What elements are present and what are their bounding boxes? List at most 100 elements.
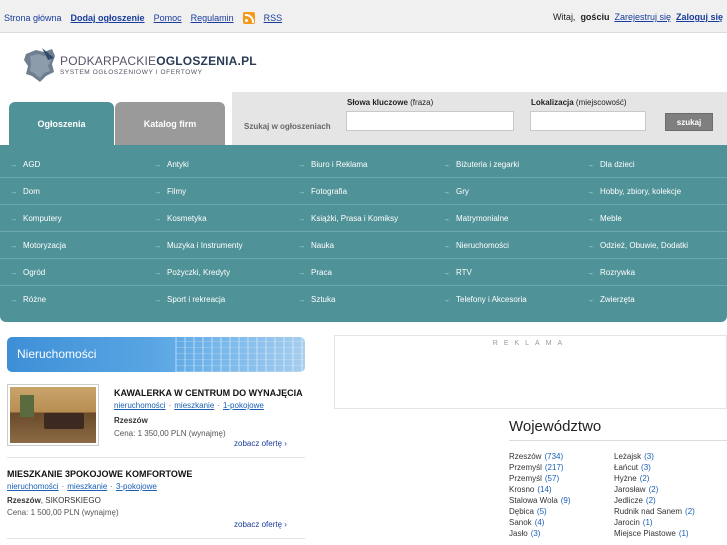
- region-item[interactable]: Jedlicze (2): [614, 496, 656, 505]
- ad-title[interactable]: MIESZKANIE 3POKOJOWE KOMFORTOWE: [7, 469, 192, 479]
- category-label: Komputery: [23, 214, 62, 223]
- site-logo[interactable]: PODKARPACKIEOGLOSZENIA.PL SYSTEM OGŁOSZE…: [22, 46, 257, 84]
- help-link[interactable]: Pomoc: [154, 13, 182, 23]
- region-item[interactable]: Jarosław (2): [614, 485, 658, 494]
- category-link[interactable]: → Antyki: [154, 160, 189, 169]
- category-link[interactable]: → Praca: [298, 268, 332, 277]
- region-name: Przemyśl: [509, 463, 542, 472]
- region-count: (1): [642, 518, 653, 527]
- category-link[interactable]: → Rozrywka: [587, 268, 635, 277]
- category-label: Gry: [456, 187, 469, 196]
- region-item[interactable]: Stalowa Wola (9): [509, 496, 571, 505]
- category-link[interactable]: → Biżuteria i zegarki: [443, 160, 519, 169]
- region-name: Hyżne: [614, 474, 637, 483]
- category-label: RTV: [456, 268, 472, 277]
- category-link[interactable]: → Muzyka i Instrumenty: [154, 241, 243, 250]
- arrow-icon: →: [10, 189, 17, 196]
- category-link[interactable]: → Biuro i Reklama: [298, 160, 367, 169]
- region-item[interactable]: Jarocin (1): [614, 518, 653, 527]
- tag-link[interactable]: nieruchomości: [114, 401, 166, 410]
- category-link[interactable]: → Komputery: [10, 214, 62, 223]
- see-offer-link[interactable]: zobacz ofertę ›: [234, 520, 287, 529]
- category-link[interactable]: → Filmy: [154, 187, 186, 196]
- region-item[interactable]: Przemyśl (217): [509, 463, 564, 472]
- category-link[interactable]: → Książki, Prasa i Komiksy: [298, 214, 398, 223]
- top-nav: Strona główna Dodaj ogłoszenie Pomoc Reg…: [4, 12, 282, 24]
- category-link[interactable]: → Różne: [10, 295, 46, 304]
- category-link[interactable]: → Zwierzęta: [587, 295, 635, 304]
- arrow-icon: →: [154, 243, 161, 250]
- arrow-icon: →: [154, 270, 161, 277]
- login-link[interactable]: Zaloguj się: [676, 12, 723, 22]
- category-label: AGD: [23, 160, 41, 169]
- category-link[interactable]: → Pożyczki, Kredyty: [154, 268, 230, 277]
- category-link[interactable]: → Matrymonialne: [443, 214, 508, 223]
- tab-ogloszenia[interactable]: Ogłoszenia: [9, 102, 114, 146]
- section-banner[interactable]: Nieruchomości: [7, 337, 305, 372]
- category-label: Biżuteria i zegarki: [456, 160, 520, 169]
- rss-icon[interactable]: [242, 12, 255, 24]
- region-item[interactable]: Leżajsk (3): [614, 452, 654, 461]
- region-item[interactable]: Jasło (3): [509, 529, 540, 538]
- arrow-icon: →: [298, 270, 305, 277]
- search-button[interactable]: szukaj: [665, 113, 713, 131]
- keywords-input[interactable]: [346, 111, 514, 131]
- region-item[interactable]: Sanok (4): [509, 518, 544, 527]
- region-item[interactable]: Rudnik nad Sanem (2): [614, 507, 695, 516]
- category-link[interactable]: → Gry: [443, 187, 469, 196]
- region-name: Jasło: [509, 529, 528, 538]
- logo-map-icon: [22, 46, 58, 84]
- building-image: [175, 337, 305, 372]
- category-link[interactable]: → AGD: [10, 160, 40, 169]
- region-count: (3): [530, 529, 541, 538]
- tag-link[interactable]: 3-pokojowe: [116, 482, 157, 491]
- see-offer-link[interactable]: zobacz ofertę ›: [234, 439, 287, 448]
- category-link[interactable]: → Nieruchomości: [443, 241, 509, 250]
- region-item[interactable]: Przemyśl (57): [509, 474, 559, 483]
- category-link[interactable]: → Meble: [587, 214, 622, 223]
- category-label: Motoryzacja: [23, 241, 67, 250]
- category-row: → Motoryzacja → Muzyka i Instrumenty → Nauka →…: [0, 232, 727, 259]
- region-item[interactable]: Krosno (14): [509, 485, 552, 494]
- category-link[interactable]: → Sztuka: [298, 295, 335, 304]
- region-item[interactable]: Hyżne (2): [614, 474, 649, 483]
- region-count: (2): [685, 507, 695, 516]
- tab-katalog-firm[interactable]: Katalog firm: [115, 102, 225, 146]
- rules-link[interactable]: Regulamin: [191, 13, 234, 23]
- tag-link[interactable]: nieruchomości: [7, 482, 59, 491]
- tag-link[interactable]: mieszkanie: [67, 482, 107, 491]
- category-link[interactable]: → Hobby, zbiory, kolekcje: [587, 187, 681, 196]
- add-ad-link[interactable]: Dodaj ogłoszenie: [71, 13, 145, 23]
- region-item[interactable]: Dębica (5): [509, 507, 547, 516]
- category-link[interactable]: → Telefony i Akcesoria: [443, 295, 527, 304]
- ad-thumbnail[interactable]: [7, 384, 99, 446]
- section-title: Nieruchomości: [17, 347, 97, 361]
- category-link[interactable]: → Sport i rekreacja: [154, 295, 225, 304]
- category-link[interactable]: → RTV: [443, 268, 472, 277]
- category-link[interactable]: → Fotografia: [298, 187, 347, 196]
- ad-price: Cena: 1 350,00 PLN (wynajmę): [114, 429, 226, 438]
- arrow-icon: →: [443, 189, 450, 196]
- category-label: Matrymonialne: [456, 214, 509, 223]
- category-link[interactable]: → Nauka: [298, 241, 334, 250]
- category-link[interactable]: → Dla dzieci: [587, 160, 635, 169]
- category-label: Zwierzęta: [600, 295, 635, 304]
- location-input[interactable]: [530, 111, 646, 131]
- region-item[interactable]: Rzeszów (734): [509, 452, 563, 461]
- category-link[interactable]: → Motoryzacja: [10, 241, 66, 250]
- rss-link[interactable]: RSS: [264, 13, 283, 23]
- tag-link[interactable]: 1-pokojowe: [223, 401, 264, 410]
- tag-link[interactable]: mieszkanie: [174, 401, 214, 410]
- region-item[interactable]: Miejsce Piastowe (1): [614, 529, 689, 538]
- category-link[interactable]: → Odzież, Obuwie, Dodatki: [587, 241, 688, 250]
- region-item[interactable]: Łańcut (3): [614, 463, 651, 472]
- register-link[interactable]: Zarejestruj się: [614, 12, 671, 22]
- category-link[interactable]: → Kosmetyka: [154, 214, 207, 223]
- category-link[interactable]: → Ogród: [10, 268, 45, 277]
- ad-title[interactable]: KAWALERKA W CENTRUM DO WYNAJĘCIA: [114, 388, 303, 398]
- category-link[interactable]: → Dom: [10, 187, 40, 196]
- home-link[interactable]: Strona główna: [4, 13, 62, 23]
- region-name: Łańcut: [614, 463, 639, 472]
- greeting-text: Witaj,: [552, 12, 576, 22]
- arrow-icon: →: [443, 297, 450, 304]
